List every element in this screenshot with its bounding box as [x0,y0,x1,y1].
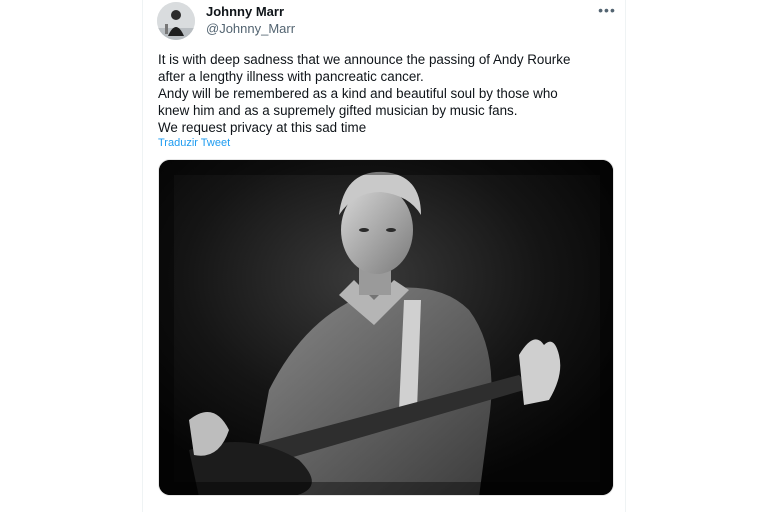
author-avatar[interactable] [157,2,195,40]
tweet-text-line: Andy will be remembered as a kind and be… [158,86,558,101]
tweet-text: It is with deep sadness that we announce… [158,51,618,136]
tweet-text-line: We request privacy at this sad time [158,120,367,135]
avatar-photo-icon [157,2,195,40]
author-handle[interactable]: @Johnny_Marr [206,21,295,36]
tweet-text-line: It is with deep sadness that we announce… [158,52,571,67]
tweet-text-line: after a lengthy illness with pancreatic … [158,69,424,84]
tweet-media-photo[interactable] [158,159,614,496]
bass-player-photo [159,160,613,495]
tweet-card: Johnny Marr @Johnny_Marr ••• It is with … [142,0,626,512]
more-options-button[interactable]: ••• [597,2,617,18]
tweet-text-line: knew him and as a supremely gifted music… [158,103,518,118]
author-name[interactable]: Johnny Marr [206,4,284,19]
more-options-icon: ••• [598,2,616,18]
translate-tweet-link[interactable]: Traduzir Tweet [158,137,230,149]
